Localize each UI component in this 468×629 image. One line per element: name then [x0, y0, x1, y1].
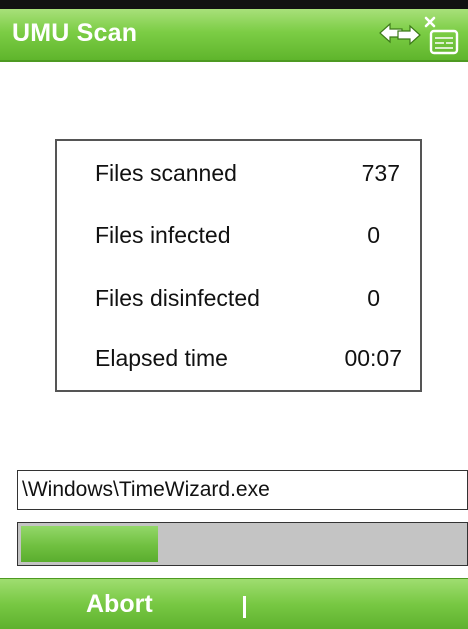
stat-label: Elapsed time [95, 345, 228, 371]
stat-row-elapsed-time: Elapsed time 00:07 [57, 339, 420, 379]
stat-row-files-disinfected: Files disinfected 0 [57, 279, 420, 319]
scan-stats-panel: Files scanned 737 Files infected 0 Files… [55, 139, 422, 392]
scan-progress-bar [17, 522, 468, 566]
connectivity-icon [379, 22, 421, 46]
stat-label: Files disinfected [95, 285, 260, 311]
abort-softkey-button[interactable]: Abort [86, 590, 153, 619]
stat-label: Files infected [95, 222, 231, 248]
stat-value: 00:07 [344, 345, 402, 371]
stat-row-files-scanned: Files scanned 737 [57, 154, 420, 194]
title-bar: UMU Scan [0, 9, 468, 62]
stat-value: 737 [361, 160, 400, 186]
stat-value: 0 [367, 285, 380, 311]
stat-value: 0 [367, 222, 380, 248]
softkey-divider [243, 596, 246, 618]
app-title: UMU Scan [12, 19, 138, 47]
softkey-bar: Abort [0, 578, 468, 629]
current-file-path: \Windows\TimeWizard.exe [17, 470, 468, 510]
top-bezel-strip [0, 0, 468, 9]
scan-progress-fill [21, 526, 158, 562]
stat-row-files-infected: Files infected 0 [57, 216, 420, 256]
stat-label: Files scanned [95, 160, 237, 186]
status-icons [379, 16, 459, 55]
no-phone-signal-icon [424, 16, 459, 55]
